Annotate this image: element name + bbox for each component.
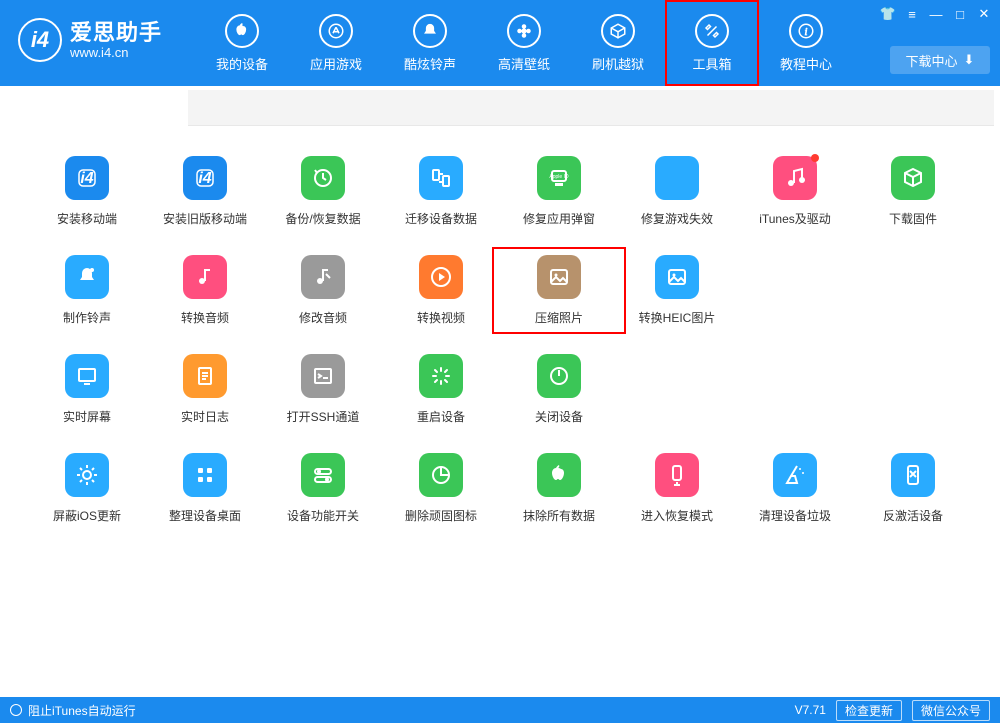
tool-iTunes及驱动[interactable]: iTunes及驱动 [736, 156, 854, 227]
nav-bell[interactable]: 酷炫铃声 [383, 0, 477, 86]
tool-屏蔽iOS更新[interactable]: 屏蔽iOS更新 [28, 453, 146, 524]
svg-text:i4: i4 [80, 170, 93, 187]
nav-appstore[interactable]: 应用游戏 [289, 0, 383, 86]
music-icon [773, 156, 817, 200]
appstore-icon [319, 14, 353, 48]
nav-box[interactable]: 刷机越狱 [571, 0, 665, 86]
app-url: www.i4.cn [70, 46, 162, 59]
bell2-icon [65, 255, 109, 299]
tool-修复游戏失效[interactable]: 修复游戏失效 [618, 156, 736, 227]
main-nav: 我的设备应用游戏酷炫铃声高清壁纸刷机越狱工具箱i教程中心 [195, 0, 853, 86]
gear-icon [65, 453, 109, 497]
tool-修改音频[interactable]: 修改音频 [264, 255, 382, 326]
terminal-icon [301, 354, 345, 398]
flower-icon [507, 14, 541, 48]
logo-icon: i4 [18, 18, 62, 62]
notification-dot [811, 154, 819, 162]
tool-实时日志[interactable]: 实时日志 [146, 354, 264, 425]
tool-转换音频[interactable]: 转换音频 [146, 255, 264, 326]
tool-重启设备[interactable]: 重启设备 [382, 354, 500, 425]
close-button[interactable]: ✕ [974, 6, 994, 22]
toggles-icon [301, 453, 345, 497]
info-icon: i [789, 14, 823, 48]
version-label: V7.71 [795, 703, 826, 717]
content-area: i4安装移动端i4安装旧版移动端备份/恢复数据迁移设备数据Apple ID修复应… [0, 148, 1000, 697]
window-controls: 👕 ≡ — □ ✕ [878, 6, 994, 22]
i4-icon: i4 [183, 156, 227, 200]
logo: i4 爱思助手 www.i4.cn [0, 0, 195, 62]
tools-grid: i4安装移动端i4安装旧版移动端备份/恢复数据迁移设备数据Apple ID修复应… [28, 156, 972, 524]
apple-icon [537, 453, 581, 497]
tool-反激活设备[interactable]: 反激活设备 [854, 453, 972, 524]
status-icon [10, 704, 22, 716]
minimize-button[interactable]: — [926, 6, 946, 22]
tool-修复应用弹窗[interactable]: Apple ID修复应用弹窗 [500, 156, 618, 227]
block-itunes-toggle[interactable]: 阻止iTunes自动运行 [28, 702, 136, 719]
tool-安装旧版移动端[interactable]: i4安装旧版移动端 [146, 156, 264, 227]
nav-tools[interactable]: 工具箱 [665, 0, 759, 86]
tool-删除顽固图标[interactable]: 删除顽固图标 [382, 453, 500, 524]
tool-压缩照片[interactable]: 压缩照片 [500, 255, 618, 326]
phone-down-icon [655, 453, 699, 497]
tools-icon [695, 14, 729, 48]
app-name: 爱思助手 [70, 22, 162, 44]
box-icon [601, 14, 635, 48]
tool-安装移动端[interactable]: i4安装移动端 [28, 156, 146, 227]
appleid-icon: Apple ID [537, 156, 581, 200]
image-icon [655, 255, 699, 299]
tool-设备功能开关[interactable]: 设备功能开关 [264, 453, 382, 524]
tool-下载固件[interactable]: 下载固件 [854, 156, 972, 227]
sub-toolbar [188, 90, 994, 126]
tool-制作铃声[interactable]: 制作铃声 [28, 255, 146, 326]
statusbar: 阻止iTunes自动运行 V7.71 检查更新 微信公众号 [0, 697, 1000, 723]
tool-迁移设备数据[interactable]: 迁移设备数据 [382, 156, 500, 227]
restore-icon [301, 156, 345, 200]
maximize-button[interactable]: □ [950, 6, 970, 22]
svg-text:i: i [805, 26, 808, 37]
cube-icon [891, 156, 935, 200]
tool-整理设备桌面[interactable]: 整理设备桌面 [146, 453, 264, 524]
image-icon [537, 255, 581, 299]
power-icon [537, 354, 581, 398]
loading-icon [419, 354, 463, 398]
apple-icon [225, 14, 259, 48]
download-center-button[interactable]: 下载中心 ⬇ [890, 46, 990, 74]
tool-清理设备垃圾[interactable]: 清理设备垃圾 [736, 453, 854, 524]
grid-icon [183, 453, 227, 497]
monitor-icon [65, 354, 109, 398]
tool-转换视频[interactable]: 转换视频 [382, 255, 500, 326]
broom-icon [773, 453, 817, 497]
tool-抹除所有数据[interactable]: 抹除所有数据 [500, 453, 618, 524]
play-icon [419, 255, 463, 299]
download-icon: ⬇ [964, 52, 975, 68]
menu-icon[interactable]: ≡ [902, 6, 922, 22]
tool-进入恢复模式[interactable]: 进入恢复模式 [618, 453, 736, 524]
nav-apple[interactable]: 我的设备 [195, 0, 289, 86]
svg-text:Apple ID: Apple ID [549, 174, 569, 180]
transfer-icon [419, 156, 463, 200]
svg-text:i4: i4 [198, 170, 211, 187]
tool-实时屏幕[interactable]: 实时屏幕 [28, 354, 146, 425]
skin-icon[interactable]: 👕 [878, 6, 898, 22]
wechat-button[interactable]: 微信公众号 [912, 700, 990, 721]
check-update-button[interactable]: 检查更新 [836, 700, 902, 721]
pie-icon [419, 453, 463, 497]
tool-转换HEIC图片[interactable]: 转换HEIC图片 [618, 255, 736, 326]
tool-关闭设备[interactable]: 关闭设备 [500, 354, 618, 425]
tool-打开SSH通道[interactable]: 打开SSH通道 [264, 354, 382, 425]
doc-icon [183, 354, 227, 398]
titlebar: i4 爱思助手 www.i4.cn 我的设备应用游戏酷炫铃声高清壁纸刷机越狱工具… [0, 0, 1000, 86]
audio-edit-icon [301, 255, 345, 299]
audio-icon [183, 255, 227, 299]
nav-flower[interactable]: 高清壁纸 [477, 0, 571, 86]
bell-icon [413, 14, 447, 48]
nav-info[interactable]: i教程中心 [759, 0, 853, 86]
i4-icon: i4 [65, 156, 109, 200]
tool-备份/恢复数据[interactable]: 备份/恢复数据 [264, 156, 382, 227]
phone-off-icon [891, 453, 935, 497]
appstore-icon [655, 156, 699, 200]
